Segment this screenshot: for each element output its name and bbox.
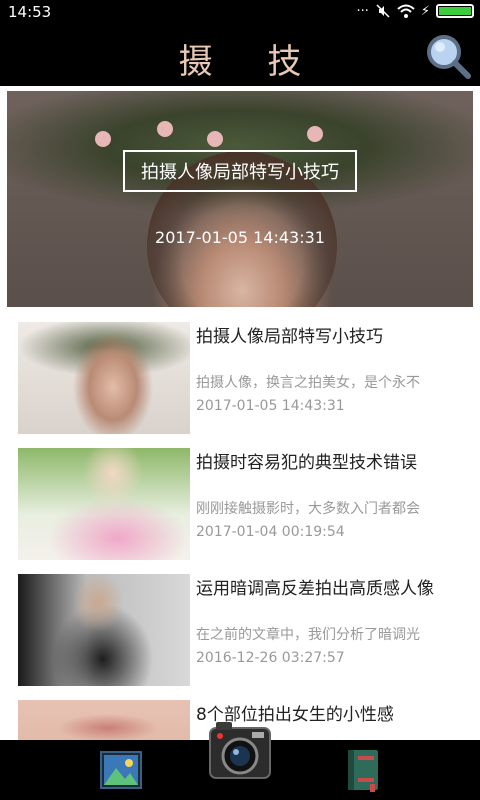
article-date: 2017-01-04 00:19:54	[196, 524, 345, 540]
list-item[interactable]: 拍摄时容易犯的典型技术错误 刚刚接触摄影时，大多数入门者都会 2017-01-0…	[0, 440, 480, 566]
article-title: 运用暗调高反差拍出高质感人像	[196, 579, 434, 599]
flower-decoration	[307, 126, 323, 142]
camera-icon[interactable]	[208, 718, 272, 782]
article-summary: 拍摄人像，换言之拍美女，是个永不	[196, 375, 420, 391]
flower-decoration	[95, 131, 111, 147]
dots-icon: ···	[356, 3, 369, 19]
app-title: 摄 技	[178, 42, 324, 82]
search-icon[interactable]	[424, 32, 472, 80]
bottom-nav	[0, 722, 480, 800]
list-item[interactable]: 运用暗调高反差拍出高质感人像 在之前的文章中，我们分析了暗调光 2016-12-…	[0, 566, 480, 692]
flower-decoration	[207, 131, 223, 147]
wifi-icon	[397, 4, 415, 18]
featured-banner[interactable]: 拍摄人像局部特写小技巧 2017-01-05 14:43:31	[7, 91, 473, 307]
status-icons: ··· ⚡	[356, 3, 474, 19]
battery-icon	[436, 4, 474, 18]
status-time: 14:53	[8, 3, 52, 21]
article-thumbnail	[18, 448, 190, 560]
list-item[interactable]: 拍摄人像局部特写小技巧 拍摄人像，换言之拍美女，是个永不 2017-01-05 …	[0, 314, 480, 440]
article-summary: 在之前的文章中，我们分析了暗调光	[196, 627, 420, 643]
status-bar: 14:53 ··· ⚡	[0, 0, 480, 26]
charging-icon: ⚡	[420, 3, 430, 19]
article-summary: 刚刚接触摄影时，大多数入门者都会	[196, 501, 420, 517]
book-icon[interactable]	[340, 748, 384, 792]
flower-decoration	[157, 121, 173, 137]
mute-icon	[376, 4, 390, 18]
article-date: 2016-12-26 03:27:57	[196, 650, 345, 666]
article-thumbnail	[18, 322, 190, 434]
banner-title: 拍摄人像局部特写小技巧	[123, 150, 357, 192]
app-header: 摄 技	[0, 26, 480, 86]
article-date: 2017-01-05 14:43:31	[196, 398, 345, 414]
article-title: 拍摄时容易犯的典型技术错误	[196, 453, 417, 473]
article-thumbnail	[18, 574, 190, 686]
gallery-icon[interactable]	[99, 748, 143, 792]
article-title: 拍摄人像局部特写小技巧	[196, 327, 383, 347]
banner-date: 2017-01-05 14:43:31	[155, 228, 325, 247]
